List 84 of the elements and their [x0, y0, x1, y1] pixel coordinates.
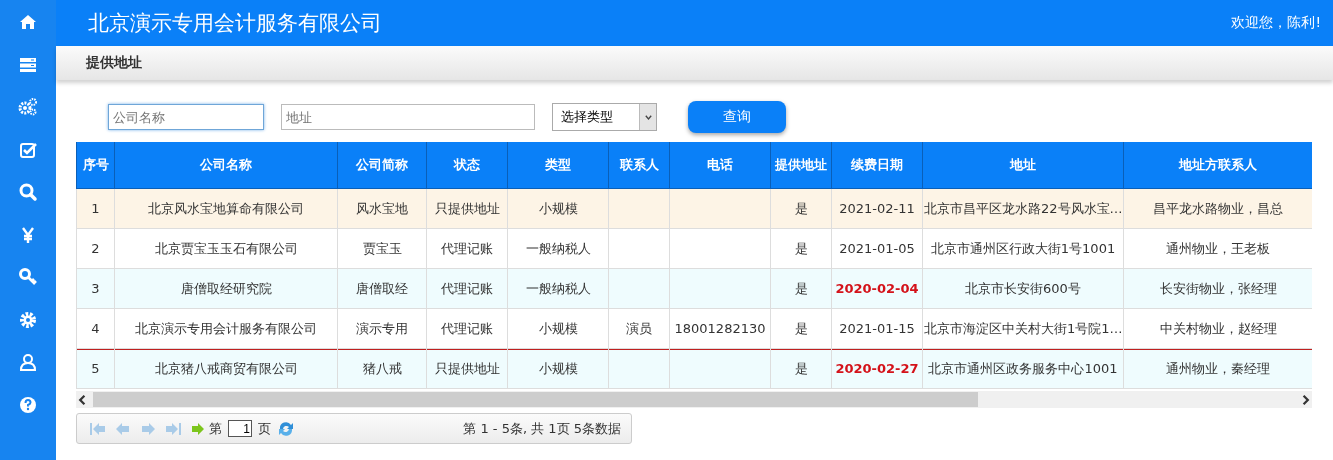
table-cell: 代理记账 [426, 268, 508, 309]
column-header[interactable]: 序号 [76, 142, 115, 189]
table-cell: 北京贾宝玉玉石有限公司 [114, 228, 338, 269]
page-number-field[interactable]: 1 [228, 420, 252, 437]
table-row[interactable]: 4 北京演示专用会计服务有限公司 演示专用 代理记账 小规模 演员 18001282130 是 2021-01-15 北京市海淀区中关村大街1号院1… 中关村物业，赵经理 [76, 308, 1312, 349]
page-label: 第 [209, 419, 222, 438]
search-icon[interactable] [18, 182, 38, 202]
table-cell: 一般纳税人 [507, 228, 609, 269]
gears-icon[interactable] [18, 97, 38, 117]
refresh-icon[interactable] [277, 419, 295, 438]
user-icon[interactable] [18, 352, 38, 372]
table-cell: 演示专用 [337, 308, 427, 349]
table-cell: 一般纳税人 [507, 268, 609, 309]
table-row[interactable]: 3 唐僧取经研究院 唐僧取经 代理记账 一般纳税人 是 2020-02-04 北京市长安街600号 长安街物业，张经理 [76, 268, 1312, 309]
table-cell: 3 [76, 268, 115, 309]
table-cell: 2021-01-05 [831, 228, 923, 269]
column-header[interactable]: 状态 [426, 142, 508, 189]
table-cell: 代理记账 [426, 308, 508, 349]
page-title: 提供地址 [86, 54, 142, 72]
page-label: 页 [258, 419, 271, 438]
table-cell: 小规模 [507, 188, 609, 229]
table-cell: 2020-02-27 [831, 348, 923, 389]
table-cell: 4 [76, 308, 115, 349]
table-cell: 1 [76, 188, 115, 229]
table-cell: 唐僧取经研究院 [114, 268, 338, 309]
table-cell: 贾宝玉 [337, 228, 427, 269]
table-cell: 是 [770, 228, 832, 269]
table-cell: 北京市通州区政务服务中心1001 [922, 348, 1124, 389]
column-header[interactable]: 联系人 [608, 142, 670, 189]
table-cell: 北京风水宝地算命有限公司 [114, 188, 338, 229]
table-cell: 代理记账 [426, 228, 508, 269]
search-button[interactable]: 查询 [688, 101, 786, 133]
table-cell: 演员 [608, 308, 670, 349]
table-cell: 2020-02-04 [831, 268, 923, 309]
table-cell: 是 [770, 268, 832, 309]
table-cell: 只提供地址 [426, 348, 508, 389]
scrollbar-thumb[interactable] [93, 392, 978, 407]
app-title: 北京演示专用会计服务有限公司 [88, 10, 382, 37]
table-cell: 北京市昌平区龙水路22号风水宝… [922, 188, 1124, 229]
table-cell: 北京市长安街600号 [922, 268, 1124, 309]
table-cell: 长安街物业，张经理 [1123, 268, 1312, 309]
table-cell: 2021-02-11 [831, 188, 923, 229]
home-icon[interactable] [18, 12, 38, 32]
company-name-field[interactable]: 公司名称 [108, 104, 264, 130]
address-field[interactable]: 地址 [281, 104, 535, 130]
table-cell: 小规模 [507, 308, 609, 349]
help-icon[interactable] [18, 394, 38, 415]
table-cell: 唐僧取经 [337, 268, 427, 309]
table-cell: 是 [770, 308, 832, 349]
table-cell: 18001282130 [669, 308, 771, 349]
table-cell: 风水宝地 [337, 188, 427, 229]
column-header[interactable]: 续费日期 [831, 142, 923, 189]
key-icon[interactable] [18, 267, 38, 287]
welcome-text: 欢迎您，陈利! [1231, 14, 1321, 32]
table-cell: 昌平龙水路物业，昌总 [1123, 188, 1312, 229]
horizontal-scrollbar[interactable] [76, 391, 1312, 408]
table-cell: 北京猪八戒商贸有限公司 [114, 348, 338, 389]
column-header[interactable]: 地址方联系人 [1123, 142, 1312, 189]
table-cell: 只提供地址 [426, 188, 508, 229]
column-header[interactable]: 提供地址 [770, 142, 832, 189]
caret-icon [643, 112, 653, 122]
table-row[interactable]: 5 北京猪八戒商贸有限公司 猪八戒 只提供地址 小规模 是 2020-02-27 北京市通州区政务服务中心1001 通州物业，秦经理 [76, 348, 1312, 389]
table-cell: 猪八戒 [337, 348, 427, 389]
table-cell: 北京市海淀区中关村大街1号院1… [922, 308, 1124, 349]
table-cell: 2 [76, 228, 115, 269]
column-header[interactable]: 地址 [922, 142, 1124, 189]
table-cell: 是 [770, 348, 832, 389]
table-cell: 小规模 [507, 348, 609, 389]
table-cell: 通州物业，秦经理 [1123, 348, 1312, 389]
column-header[interactable]: 类型 [507, 142, 609, 189]
table-cell: 北京演示专用会计服务有限公司 [114, 308, 338, 349]
go-arrow-icon[interactable] [189, 420, 207, 437]
table-cell: 北京市通州区行政大街1号1001 [922, 228, 1124, 269]
type-select[interactable]: 选择类型 [552, 103, 657, 131]
pagination-summary: 第 1 - 5条, 共 1页 5条数据 [463, 419, 621, 438]
table-cell: 是 [770, 188, 832, 229]
table-row[interactable]: 2 北京贾宝玉玉石有限公司 贾宝玉 代理记账 一般纳税人 是 2021-01-05 北京市通州区行政大街1号1001 通州物业，王老板 [76, 228, 1312, 269]
column-header[interactable]: 公司简称 [337, 142, 427, 189]
table-cell: 2021-01-15 [831, 308, 923, 349]
table-row[interactable]: 1 北京风水宝地算命有限公司 风水宝地 只提供地址 小规模 是 2021-02-11 北京市昌平区龙水路22号风水宝… 昌平龙水路物业，昌总 [76, 188, 1312, 229]
settings-icon[interactable] [18, 309, 38, 330]
table-cell: 5 [76, 348, 115, 389]
column-header[interactable]: 公司名称 [114, 142, 338, 189]
column-header[interactable]: 电话 [669, 142, 771, 189]
